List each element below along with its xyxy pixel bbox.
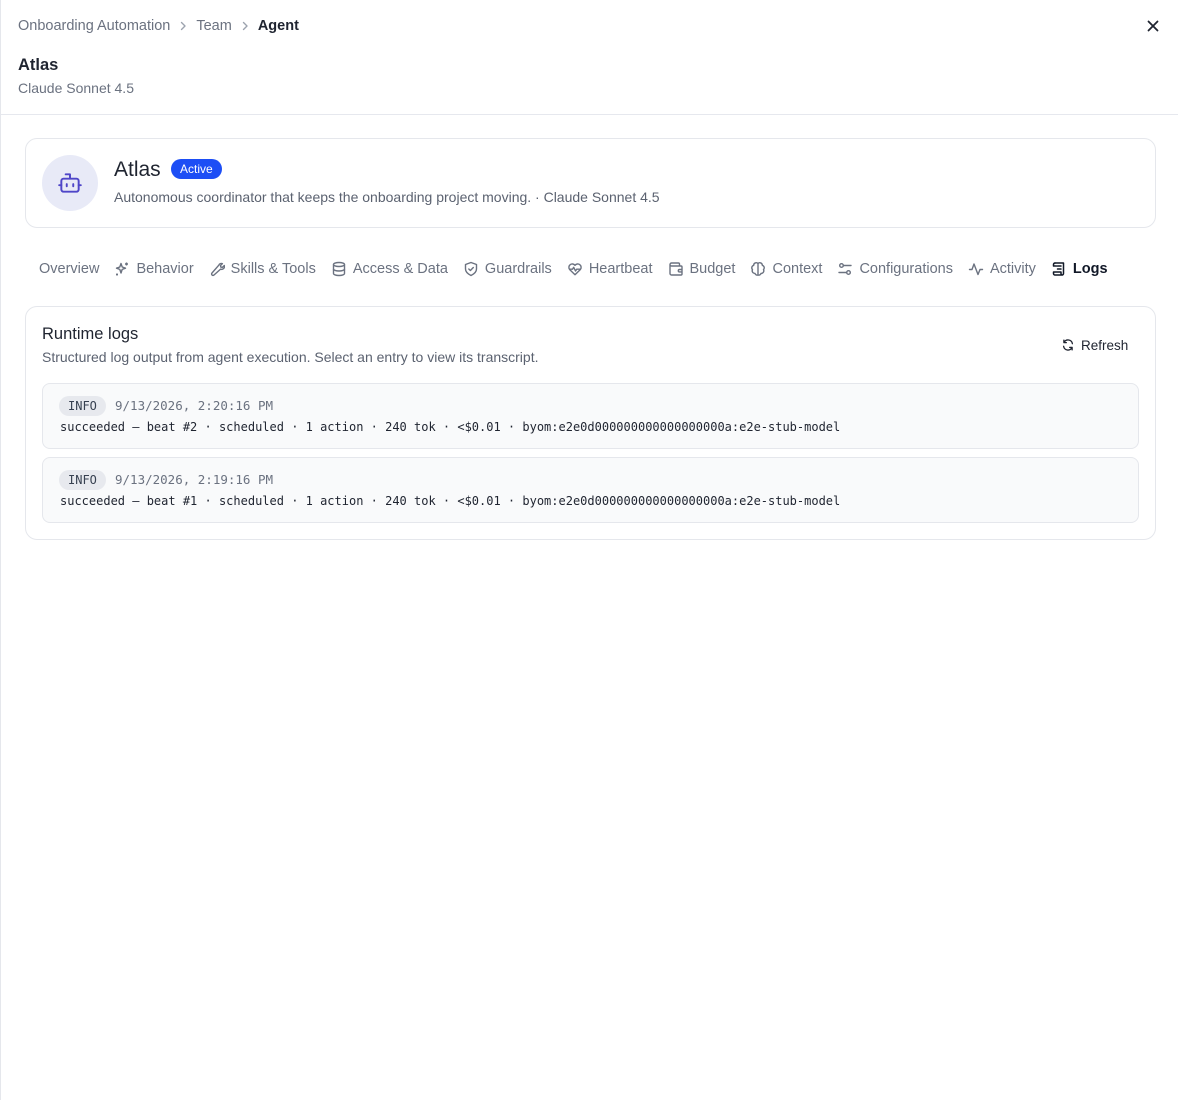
agent-panel: Onboarding Automation Team Agent Atlas C… bbox=[0, 0, 1178, 1100]
tab-logs[interactable]: Logs bbox=[1051, 261, 1108, 277]
runtime-logs-card: Runtime logs Structured log output from … bbox=[25, 306, 1156, 540]
agent-description: Autonomous coordinator that keeps the on… bbox=[114, 189, 660, 205]
page-subtitle: Claude Sonnet 4.5 bbox=[18, 80, 134, 96]
tab-label: Access & Data bbox=[352, 261, 448, 277]
log-timestamp: 9/13/2026, 2:20:16 PM bbox=[115, 398, 274, 413]
breadcrumb-item-team[interactable]: Team bbox=[196, 18, 231, 34]
shield-icon bbox=[463, 261, 479, 277]
tab-access-data[interactable]: Access & Data bbox=[331, 261, 448, 277]
logs-icon bbox=[1051, 261, 1067, 277]
tab-label: Configurations bbox=[859, 261, 953, 277]
sparkles-icon bbox=[114, 261, 130, 277]
agent-name: Atlas bbox=[114, 158, 161, 181]
breadcrumb: Onboarding Automation Team Agent bbox=[18, 17, 299, 35]
bot-icon bbox=[58, 173, 82, 193]
log-level-badge: INFO bbox=[59, 470, 106, 490]
wallet-icon bbox=[668, 261, 684, 277]
log-message: succeeded — beat #1 · scheduled · 1 acti… bbox=[60, 494, 841, 508]
activity-icon bbox=[968, 261, 984, 277]
tab-configurations[interactable]: Configurations bbox=[837, 261, 953, 277]
tab-budget[interactable]: Budget bbox=[668, 261, 736, 277]
section-title: Runtime logs bbox=[42, 325, 139, 343]
agent-tabs: Overview Behavior Skills & Tools Access … bbox=[39, 257, 1123, 281]
refresh-label: Refresh bbox=[1081, 337, 1129, 353]
status-badge: Active bbox=[171, 159, 222, 179]
tab-label: Skills & Tools bbox=[230, 261, 316, 277]
tab-label: Context bbox=[772, 261, 823, 277]
tab-label: Activity bbox=[989, 261, 1036, 277]
chevron-right-icon bbox=[232, 20, 258, 32]
section-subtitle: Structured log output from agent executi… bbox=[42, 349, 539, 365]
refresh-icon bbox=[1062, 339, 1074, 351]
tab-label: Behavior bbox=[136, 261, 194, 277]
log-message: succeeded — beat #2 · scheduled · 1 acti… bbox=[60, 420, 841, 434]
sliders-icon bbox=[837, 261, 853, 277]
panel-header: Onboarding Automation Team Agent Atlas C… bbox=[1, 0, 1178, 115]
tab-skills-tools[interactable]: Skills & Tools bbox=[209, 261, 316, 277]
database-icon bbox=[331, 261, 347, 277]
tab-guardrails[interactable]: Guardrails bbox=[463, 261, 552, 277]
chevron-right-icon bbox=[170, 20, 196, 32]
tab-label: Budget bbox=[689, 261, 736, 277]
log-entry[interactable]: INFO 9/13/2026, 2:19:16 PM succeeded — b… bbox=[42, 457, 1139, 523]
page-title: Atlas bbox=[18, 56, 59, 74]
log-entry[interactable]: INFO 9/13/2026, 2:20:16 PM succeeded — b… bbox=[42, 383, 1139, 449]
tab-label: Overview bbox=[39, 261, 100, 277]
refresh-button[interactable]: Refresh bbox=[1052, 332, 1137, 358]
tab-behavior[interactable]: Behavior bbox=[114, 261, 194, 277]
tab-context[interactable]: Context bbox=[750, 261, 822, 277]
tab-label: Logs bbox=[1072, 261, 1108, 277]
avatar bbox=[42, 155, 98, 211]
log-timestamp: 9/13/2026, 2:19:16 PM bbox=[115, 472, 274, 487]
close-icon bbox=[1147, 20, 1159, 32]
tab-heartbeat[interactable]: Heartbeat bbox=[567, 261, 653, 277]
breadcrumb-item-agent: Agent bbox=[257, 18, 299, 34]
tab-overview[interactable]: Overview bbox=[39, 261, 99, 277]
wrench-icon bbox=[209, 261, 225, 277]
tab-label: Guardrails bbox=[484, 261, 552, 277]
tab-label: Heartbeat bbox=[588, 261, 653, 277]
close-button[interactable] bbox=[1142, 15, 1164, 37]
agent-summary-card: Atlas Active Autonomous coordinator that… bbox=[25, 138, 1156, 228]
breadcrumb-item-project[interactable]: Onboarding Automation bbox=[18, 18, 170, 34]
tab-activity[interactable]: Activity bbox=[968, 261, 1036, 277]
heart-pulse-icon bbox=[567, 261, 583, 277]
log-level-badge: INFO bbox=[59, 396, 106, 416]
brain-icon bbox=[750, 261, 766, 277]
